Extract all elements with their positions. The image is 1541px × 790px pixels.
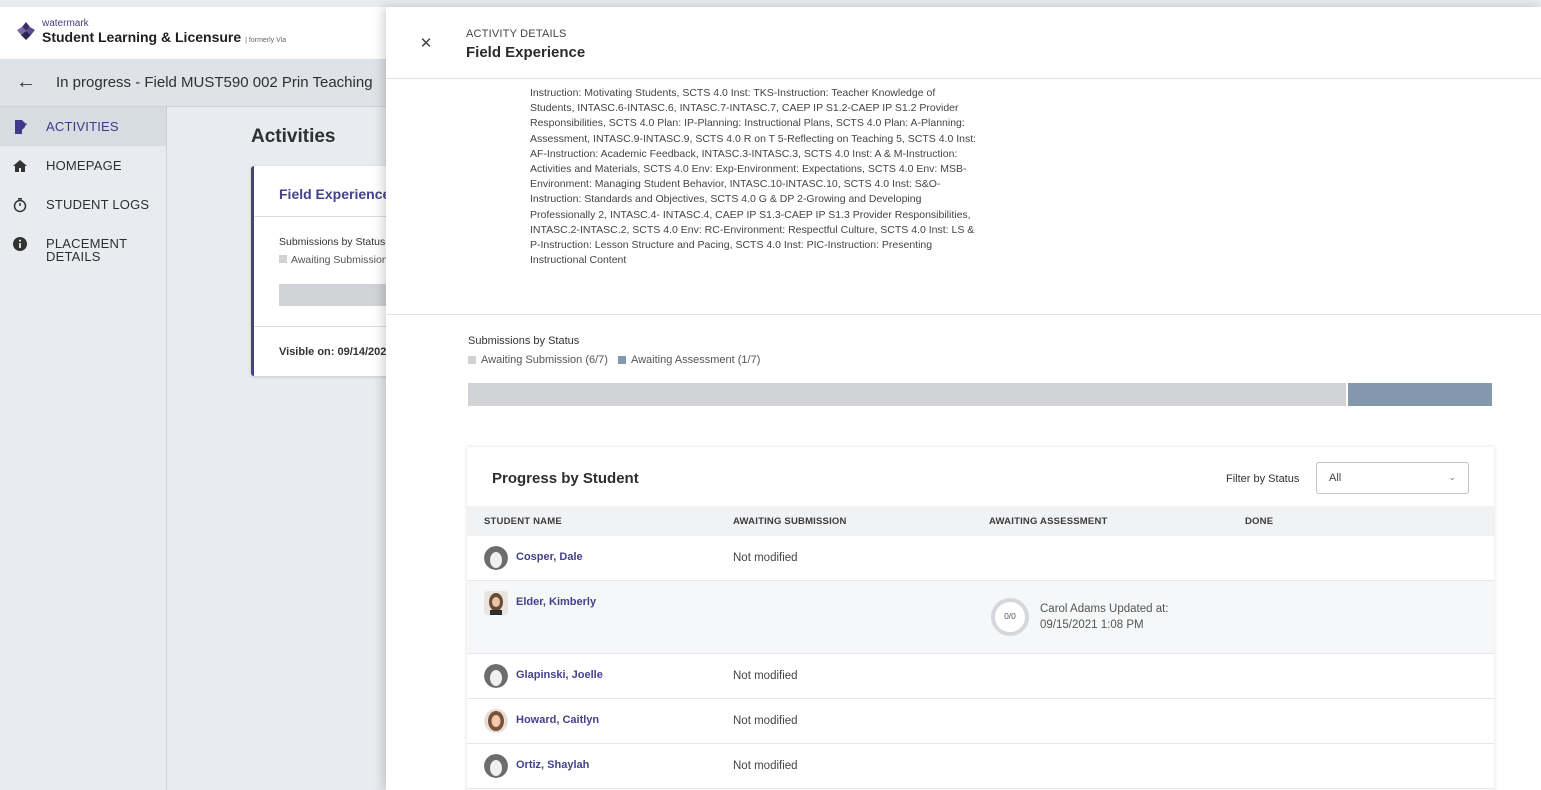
submissions-legend: Awaiting Submission (6/7) Awaiting Asses… (468, 354, 770, 366)
awaiting-submission-value: Not modified (733, 552, 798, 564)
filter-selected-value: All (1329, 472, 1342, 484)
column-header-student-name[interactable]: STUDENT NAME (484, 516, 562, 527)
sidebar-item-placement-details[interactable]: PLACEMENT DETAILS (0, 224, 166, 280)
legend-label: Awaiting Assessment (1/7) (630, 354, 761, 366)
sidebar-item-label: STUDENT LOGS (46, 197, 150, 212)
submissions-progress-bar (468, 383, 1492, 406)
legend-swatch-grey (468, 356, 476, 364)
breadcrumb-title: In progress - Field MUST590 002 Prin Tea… (56, 74, 373, 91)
column-header-awaiting-assessment[interactable]: AWAITING ASSESSMENT (989, 516, 1108, 527)
filter-by-status-label: Filter by Status (1226, 473, 1300, 485)
progress-by-student-title: Progress by Student (492, 470, 639, 487)
sidebar-item-student-logs[interactable]: STUDENT LOGS (0, 185, 166, 224)
sidebar-item-label: HOMEPAGE (46, 158, 122, 173)
progress-by-student-card: Progress by Student Filter by Status All… (467, 447, 1494, 790)
awaiting-submission-value: Not modified (733, 670, 798, 682)
stopwatch-icon (13, 198, 27, 213)
legend-swatch (279, 255, 287, 263)
awaiting-submission-value: Not modified (733, 715, 798, 727)
progress-segment-awaiting-submission (468, 383, 1346, 406)
score-value: 0/0 (1004, 611, 1016, 621)
sidebar-item-label: ACTIVITIES (46, 119, 119, 134)
column-header-done[interactable]: DONE (1245, 516, 1273, 527)
avatar (484, 709, 508, 733)
filter-by-status-select[interactable]: All ⌄ (1316, 462, 1469, 494)
avatar-placeholder-icon (484, 754, 508, 778)
close-icon[interactable]: ✕ (419, 36, 433, 51)
activity-card-submissions-label: Submissions by Status (279, 236, 386, 248)
avatar (484, 591, 508, 615)
table-row: Cosper, Dale Not modified (467, 536, 1494, 581)
table-row: Glapinski, Joelle Not modified (467, 654, 1494, 699)
table-header: STUDENT NAME AWAITING SUBMISSION AWAITIN… (467, 506, 1494, 536)
legend-item-awaiting-submission: Awaiting Submission (6/7) (468, 354, 608, 366)
divider (386, 314, 1541, 315)
drawer-header: ✕ ACTIVITY DETAILS Field Experience (386, 7, 1541, 79)
page-title: Activities (251, 126, 336, 147)
home-icon (13, 160, 27, 172)
brand-small-text: watermark (42, 18, 89, 29)
avatar-placeholder-icon (484, 664, 508, 688)
student-name-link[interactable]: Ortiz, Shaylah (516, 759, 589, 771)
legend-swatch-blue (617, 356, 626, 364)
activity-card-legend: Awaiting Submission (279, 254, 388, 266)
student-name-link[interactable]: Howard, Caitlyn (516, 714, 599, 726)
student-name-link[interactable]: Glapinski, Joelle (516, 669, 603, 681)
column-header-awaiting-submission[interactable]: AWAITING SUBMISSION (733, 516, 847, 527)
brand-formerly: | formerly Via (245, 37, 287, 44)
back-arrow-icon[interactable]: ← (16, 72, 36, 92)
standards-list: Instruction: Motivating Students, SCTS 4… (530, 87, 977, 267)
progress-segment-awaiting-assessment (1346, 383, 1492, 406)
assessment-updated-by: Carol Adams Updated at: (1040, 603, 1169, 615)
activities-icon (15, 120, 27, 134)
assessment-update-info: Carol Adams Updated at: 09/15/2021 1:08 … (1040, 601, 1169, 633)
watermark-logo-icon (17, 22, 35, 40)
info-icon (13, 237, 27, 251)
awaiting-submission-value: Not modified (733, 760, 798, 772)
sidebar: ACTIVITIES HOMEPAGE STUDENT LOGS PLACEME… (0, 107, 167, 790)
avatar-placeholder-icon (484, 546, 508, 570)
activity-card-title[interactable]: Field Experience (279, 186, 390, 202)
brand-logo[interactable]: watermark Student Learning & Licensure | … (16, 19, 286, 49)
sidebar-item-activities[interactable]: ACTIVITIES (0, 107, 166, 146)
student-name-link[interactable]: Cosper, Dale (516, 551, 583, 563)
chevron-down-icon: ⌄ (1448, 472, 1456, 482)
sidebar-item-homepage[interactable]: HOMEPAGE (0, 146, 166, 185)
drawer-title: Field Experience (466, 44, 586, 61)
legend-item-awaiting-assessment: Awaiting Assessment (1/7) (617, 354, 761, 366)
score-ring[interactable]: 0/0 (991, 598, 1029, 636)
activity-card-legend-label: Awaiting Submission (291, 254, 388, 266)
drawer-kicker: ACTIVITY DETAILS (466, 28, 567, 40)
table-row: Ortiz, Shaylah Not modified (467, 744, 1494, 789)
table-row: Elder, Kimberly 0/0 Carol Adams Updated … (467, 581, 1494, 654)
student-name-link[interactable]: Elder, Kimberly (516, 596, 596, 608)
activity-card-visible-on: Visible on: 09/14/2021 (279, 346, 393, 358)
activity-details-drawer: ✕ ACTIVITY DETAILS Field Experience Inst… (386, 7, 1541, 790)
sidebar-item-label: PLACEMENT DETAILS (46, 236, 128, 264)
assessment-updated-at: 09/15/2021 1:08 PM (1040, 619, 1144, 631)
table-row: Howard, Caitlyn Not modified (467, 699, 1494, 744)
submissions-by-status-label: Submissions by Status (468, 335, 580, 347)
brand-name: Student Learning & Licensure (42, 29, 242, 45)
legend-label: Awaiting Submission (6/7) (481, 354, 608, 366)
